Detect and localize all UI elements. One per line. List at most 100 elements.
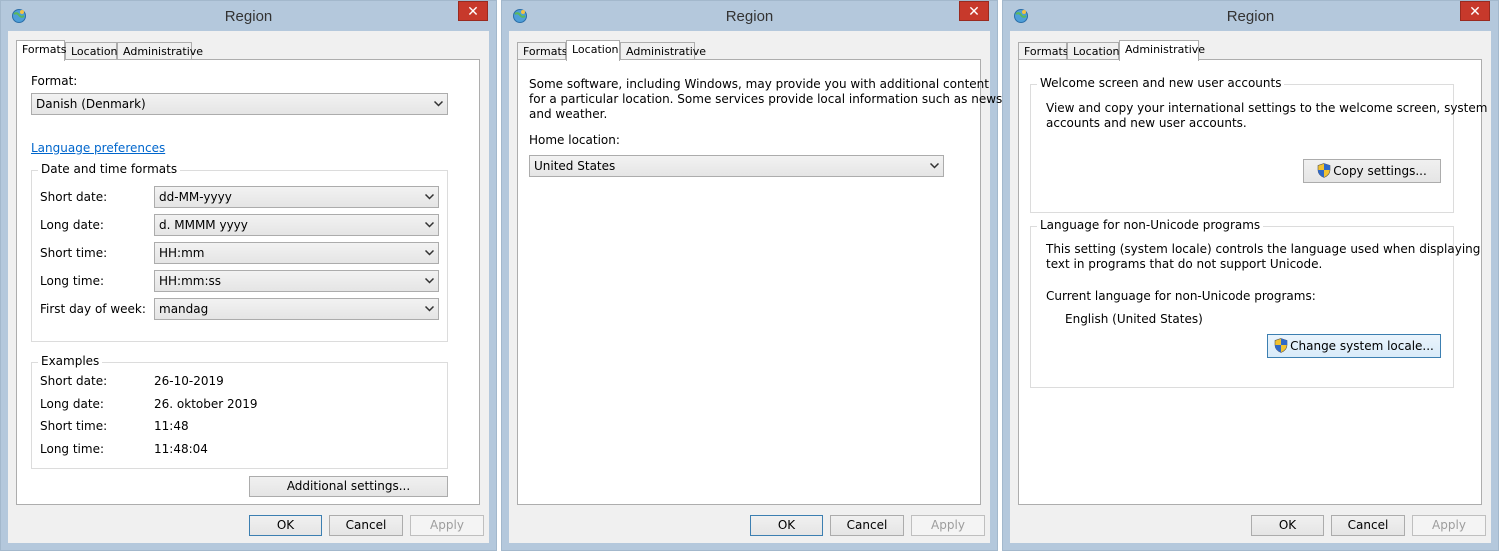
first-day-value: mandag <box>159 302 209 316</box>
region-dialog-administrative: Region ✕ Formats Location Administrative… <box>1002 0 1499 551</box>
cancel-button[interactable]: Cancel <box>329 515 403 536</box>
current-language-label: Current language for non-Unicode program… <box>1046 289 1316 303</box>
additional-settings-button[interactable]: Additional settings... <box>249 476 448 497</box>
example-value: 26-10-2019 <box>154 374 224 388</box>
format-dropdown[interactable]: Danish (Denmark) <box>31 93 448 115</box>
short-date-dropdown[interactable]: dd-MM-yyyy <box>154 186 439 208</box>
date-time-formats-group: Date and time formats Short date: dd-MM-… <box>31 162 448 342</box>
window-frame <box>489 31 496 550</box>
uac-shield-icon <box>1274 338 1288 353</box>
chevron-down-icon <box>425 278 434 284</box>
tab-formats[interactable]: Formats <box>1018 42 1069 60</box>
close-button[interactable]: ✕ <box>1460 1 1490 21</box>
region-dialog-formats: Region ✕ Formats Location Administrative… <box>0 0 497 551</box>
copy-settings-label: Copy settings... <box>1333 164 1427 178</box>
cancel-button[interactable]: Cancel <box>830 515 904 536</box>
long-date-value: d. MMMM yyyy <box>159 218 248 232</box>
short-time-label: Short time: <box>40 246 108 260</box>
location-panel: Some software, including Windows, may pr… <box>517 59 1002 505</box>
tab-location[interactable]: Location <box>1067 42 1120 60</box>
non-unicode-group: Language for non-Unicode programs This s… <box>1030 218 1480 388</box>
location-description: for a particular location. Some services… <box>529 92 1003 106</box>
example-label: Short date: <box>40 374 108 388</box>
home-location-label: Home location: <box>529 133 620 147</box>
apply-button[interactable]: Apply <box>1412 515 1486 536</box>
unicode-description: This setting (system locale) controls th… <box>1046 242 1481 256</box>
tab-location[interactable]: Location <box>65 42 118 60</box>
chevron-down-icon <box>434 101 443 107</box>
apply-button[interactable]: Apply <box>911 515 985 536</box>
tab-administrative[interactable]: Administrative <box>1119 40 1205 61</box>
unicode-description: text in programs that do not support Uni… <box>1046 257 1323 271</box>
group-label: Date and time formats <box>38 162 181 176</box>
long-time-label: Long time: <box>40 274 105 288</box>
group-label: Welcome screen and new user accounts <box>1037 76 1285 90</box>
location-description: and weather. <box>529 107 608 121</box>
tab-administrative[interactable]: Administrative <box>117 42 203 60</box>
tab-formats[interactable]: Formats <box>517 42 568 60</box>
group-label: Examples <box>38 354 103 368</box>
example-value: 26. oktober 2019 <box>154 397 258 411</box>
chevron-down-icon <box>425 250 434 256</box>
short-date-value: dd-MM-yyyy <box>159 190 232 204</box>
welcome-screen-group: Welcome screen and new user accounts Vie… <box>1030 76 1487 213</box>
home-location-value: United States <box>534 159 616 173</box>
window-frame <box>1491 31 1498 550</box>
administrative-panel: Welcome screen and new user accounts Vie… <box>1018 59 1487 505</box>
window-title: Region <box>1226 8 1275 25</box>
ok-button[interactable]: OK <box>249 515 322 536</box>
welcome-description: accounts and new user accounts. <box>1046 116 1247 130</box>
tab-administrative[interactable]: Administrative <box>620 42 706 60</box>
short-time-value: HH:mm <box>159 246 205 260</box>
dialog-body: Formats Location Administrative Welcome … <box>1010 31 1491 543</box>
language-preferences-link[interactable]: Language preferences <box>31 141 165 155</box>
tab-location[interactable]: Location <box>566 40 620 61</box>
format-label: Format: <box>31 74 78 88</box>
region-dialog-location: Region ✕ Formats Location Administrative… <box>501 0 1002 551</box>
dialog-body: Formats Location Administrative Some sof… <box>509 31 1002 543</box>
home-location-dropdown[interactable]: United States <box>529 155 944 177</box>
window-frame <box>1003 31 1010 550</box>
location-description: Some software, including Windows, may pr… <box>529 77 989 91</box>
cancel-button[interactable]: Cancel <box>1331 515 1405 536</box>
copy-settings-button[interactable]: Copy settings... <box>1303 159 1441 183</box>
welcome-description: View and copy your international setting… <box>1046 101 1488 115</box>
example-value: 11:48 <box>154 419 189 433</box>
long-date-label: Long date: <box>40 218 104 232</box>
chevron-down-icon <box>930 163 939 169</box>
close-button[interactable]: ✕ <box>959 1 989 21</box>
dialog-body: Formats Location Administrative Format: … <box>8 31 489 543</box>
chevron-down-icon <box>425 306 434 312</box>
ok-button[interactable]: OK <box>1251 515 1324 536</box>
close-button[interactable]: ✕ <box>458 1 488 21</box>
window-frame <box>1 31 8 550</box>
window-title: Region <box>725 8 774 25</box>
uac-shield-icon <box>1317 163 1331 178</box>
long-date-dropdown[interactable]: d. MMMM yyyy <box>154 214 439 236</box>
short-time-dropdown[interactable]: HH:mm <box>154 242 439 264</box>
chevron-down-icon <box>425 194 434 200</box>
current-language-value: English (United States) <box>1065 312 1203 326</box>
window-frame <box>1 543 496 550</box>
window-title: Region <box>224 8 273 25</box>
examples-group: Examples Short date: 26-10-2019 Long dat… <box>31 354 448 469</box>
change-system-locale-label: Change system locale... <box>1290 339 1434 353</box>
example-label: Short time: <box>40 419 108 433</box>
long-time-dropdown[interactable]: HH:mm:ss <box>154 270 439 292</box>
chevron-down-icon <box>425 222 434 228</box>
example-value: 11:48:04 <box>154 442 208 456</box>
apply-button[interactable]: Apply <box>410 515 484 536</box>
first-day-label: First day of week: <box>40 302 146 316</box>
change-system-locale-button[interactable]: Change system locale... <box>1267 334 1441 358</box>
window-frame <box>502 31 509 550</box>
format-value: Danish (Denmark) <box>36 97 146 111</box>
example-label: Long time: <box>40 442 105 456</box>
tab-formats[interactable]: Formats <box>16 40 67 61</box>
window-frame <box>502 543 997 550</box>
ok-button[interactable]: OK <box>750 515 823 536</box>
window-frame <box>990 31 997 550</box>
window-frame <box>1003 543 1498 550</box>
first-day-dropdown[interactable]: mandag <box>154 298 439 320</box>
short-date-label: Short date: <box>40 190 108 204</box>
formats-panel: Format: Danish (Denmark) Language prefer… <box>16 59 480 505</box>
